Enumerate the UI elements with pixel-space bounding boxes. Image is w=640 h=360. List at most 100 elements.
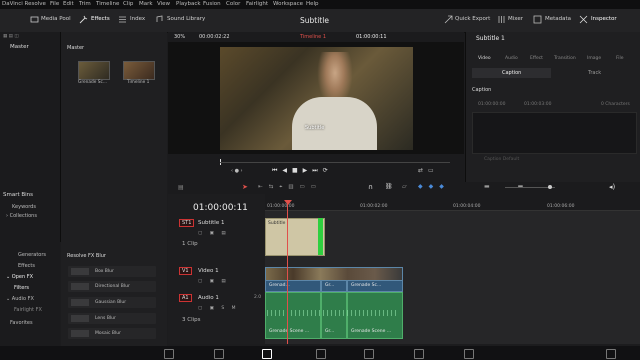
position-lock-icon[interactable]: ▱ (402, 183, 407, 190)
selection-tool-icon[interactable]: ➤ (242, 183, 248, 191)
zoom-slider-handle[interactable] (548, 185, 552, 189)
video-frame[interactable]: Subtitle (220, 47, 413, 150)
menu-edit[interactable]: Edit (63, 1, 74, 7)
fx-gaussian-blur[interactable]: Gaussian Blur (68, 297, 156, 308)
subtitle-clip-label: Subtitle (268, 221, 286, 226)
playback-buttons[interactable]: ⏮◀■▶⏭⟳ (272, 167, 333, 175)
timeline-thumbnail[interactable] (123, 61, 155, 80)
inspector-button[interactable]: Inspector (591, 16, 617, 22)
clip-thumbnail[interactable] (78, 61, 110, 80)
jog-control[interactable]: ‹ ● › (231, 168, 243, 174)
video-clip-3-label: Grenade Sc... (351, 283, 382, 288)
tab-video[interactable]: Video (478, 56, 491, 61)
timeline-selector[interactable]: Timeline 1 (300, 34, 326, 40)
menu-help[interactable]: Help (306, 1, 319, 7)
tab-effect[interactable]: Effect (530, 56, 543, 61)
snapping-icon[interactable]: ∩ (368, 183, 373, 191)
fairlight-page-icon[interactable] (414, 349, 424, 359)
fusion-page-icon[interactable] (316, 349, 326, 359)
menu-mark[interactable]: Mark (139, 1, 153, 7)
category-fairlight-fx[interactable]: Fairlight FX (14, 307, 42, 313)
media-page-icon[interactable] (164, 349, 174, 359)
video-clip-3[interactable]: Grenade Sc... (347, 280, 403, 292)
subtitle-clip-end-handle[interactable] (318, 218, 323, 255)
fx-box-blur-label: Box Blur (95, 269, 114, 274)
smart-bin-keywords[interactable]: Keywords (12, 204, 36, 210)
flag-marker-icons[interactable]: ◆◆◆ (418, 183, 450, 190)
tab-transition[interactable]: Transition (554, 56, 576, 61)
smart-bin-collections[interactable]: › Collections (6, 213, 37, 219)
subtitle-overlay: Subtitle (305, 125, 325, 131)
fx-lens-blur[interactable]: Lens Blur (68, 313, 156, 324)
inspector-icon (579, 15, 588, 24)
timeline-timecode: 01:00:00:11 (193, 203, 248, 213)
menu-file[interactable]: File (50, 1, 59, 7)
fx-directional-blur[interactable]: Directional Blur (68, 281, 156, 292)
ruler-tc-3: 01:00:06:00 (547, 204, 575, 209)
deliver-page-icon[interactable] (464, 349, 474, 359)
menu-timeline[interactable]: Timeline (96, 1, 119, 7)
track-controls-v1[interactable]: ▢ ▣ ▤ (198, 279, 229, 284)
timeline-view-icon[interactable]: ▤ (178, 184, 184, 191)
fx-thumbnail (71, 299, 89, 306)
menu-trim[interactable]: Trim (79, 1, 91, 7)
subtab-caption[interactable]: Caption (472, 68, 551, 78)
subtitle-clip[interactable]: Subtitle (265, 218, 325, 256)
timeline-tracks[interactable]: 01:00:00:00 01:00:02:00 01:00:04:00 01:0… (265, 194, 640, 344)
menu-workspace[interactable]: Workspace (273, 1, 303, 7)
audio-fx-label: Audio FX (11, 296, 34, 302)
fx-mosaic-blur[interactable]: Mosaic Blur (68, 328, 156, 339)
video-clip-2[interactable]: Gr... (321, 280, 347, 292)
menu-fairlight[interactable]: Fairlight (246, 1, 268, 7)
quick-export-button[interactable]: Quick Export (455, 16, 490, 22)
category-audio-fx[interactable]: ⌄ Audio FX (6, 296, 34, 302)
playhead-handle-icon[interactable] (284, 200, 292, 205)
index-button[interactable]: Index (130, 16, 145, 22)
video-clip-1[interactable]: Grenad... (265, 280, 321, 292)
caption-in-timecode[interactable]: 01:00:00:00 (478, 102, 505, 107)
cut-page-icon[interactable] (214, 349, 224, 359)
scrubber-bar[interactable] (220, 162, 450, 163)
menu-clip[interactable]: Clip (123, 1, 133, 7)
sound-library-button[interactable]: Sound Library (167, 16, 205, 22)
edit-tools[interactable]: ⇤⇆⌖▥▭▭ (258, 184, 322, 191)
category-generators[interactable]: Generators (18, 252, 46, 258)
link-icon[interactable]: ⛓ (385, 183, 393, 190)
menu-fusion[interactable]: Fusion (203, 1, 221, 7)
ruler-tc-1: 01:00:02:00 (360, 204, 388, 209)
fx-thumbnail (71, 268, 89, 275)
tab-image[interactable]: Image (587, 56, 601, 61)
subtab-track[interactable]: Track (588, 70, 601, 76)
effects-button[interactable]: Effects (91, 16, 110, 22)
menu-color[interactable]: Color (226, 1, 240, 7)
tab-audio[interactable]: Audio (505, 56, 518, 61)
menu-view[interactable]: View (157, 1, 170, 7)
menu-app[interactable]: DaVinci Resolve (2, 1, 46, 7)
media-pool-button[interactable]: Media Pool (41, 16, 71, 22)
track-controls-st1[interactable]: ▢ ▣ ▤ (198, 231, 229, 236)
tab-file[interactable]: File (616, 56, 624, 61)
category-open-fx[interactable]: ⌄ Open FX (6, 274, 33, 280)
volume-icon[interactable]: ◂) (609, 183, 615, 191)
metadata-button[interactable]: Metadata (545, 16, 571, 22)
bin-master[interactable]: Master (10, 44, 29, 50)
effects-categories: Generators Effects ⌄ Open FX Filters ⌄ A… (0, 242, 60, 346)
category-effects[interactable]: Effects (18, 263, 35, 269)
edit-page-icon[interactable] (262, 349, 272, 359)
fx-box-blur[interactable]: Box Blur (68, 266, 156, 277)
caption-out-timecode[interactable]: 01:00:03:00 (524, 102, 551, 107)
playhead[interactable] (287, 200, 288, 344)
page-navigation-bar (0, 346, 640, 360)
caption-text-field[interactable] (472, 112, 637, 154)
favorites-header[interactable]: Favorites (10, 320, 33, 326)
track-clips-a1: 3 Clips (182, 317, 201, 323)
color-page-icon[interactable] (364, 349, 374, 359)
track-controls-a1[interactable]: ▢ ▣ S M (198, 306, 239, 311)
settings-icon[interactable] (606, 349, 616, 359)
category-filters[interactable]: Filters (14, 285, 29, 291)
zoom-level[interactable]: 30% (174, 34, 185, 40)
viewer-options[interactable]: ⇄▭ (418, 167, 439, 174)
timeline-ruler[interactable]: 01:00:00:00 01:00:02:00 01:00:04:00 01:0… (265, 194, 640, 211)
menu-playback[interactable]: Playback (176, 1, 201, 7)
mixer-button[interactable]: Mixer (508, 16, 523, 22)
